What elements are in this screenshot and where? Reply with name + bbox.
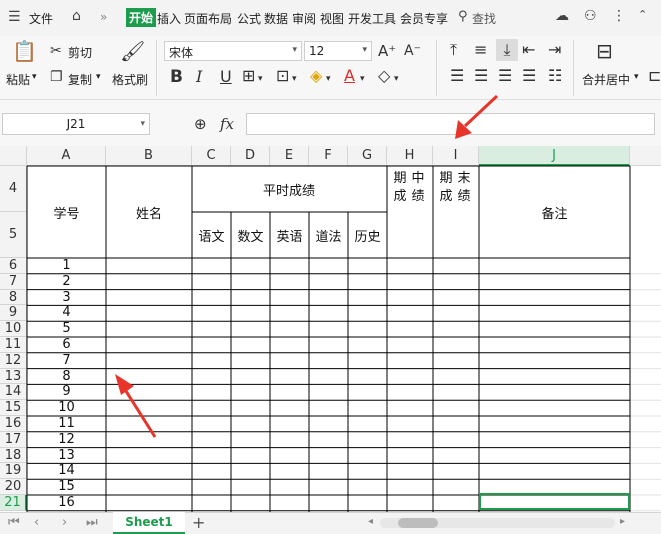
eraser-icon[interactable]: ◇ — [378, 67, 390, 85]
quick-access-icon[interactable]: ⌂ — [72, 8, 81, 24]
ribbon-divider — [156, 40, 157, 96]
align-top-icon[interactable]: ⤒ — [450, 41, 457, 59]
bold-icon[interactable]: B — [170, 68, 183, 86]
more-icon[interactable]: ⋮ — [612, 8, 626, 24]
cloud-icon[interactable]: ☁ — [555, 8, 569, 24]
formula-bar: J21 ▾ ⊕ fx — [0, 100, 661, 146]
spreadsheet-grid[interactable]: ABCDEFGHIJ 4 5 6 7 8 9 10 11 12 13 14 15 16 17 18 19 20 2… — [0, 146, 661, 512]
wrap-text-icon[interactable]: ⊏ — [648, 67, 661, 85]
tab-data[interactable]: 数据 — [264, 10, 288, 27]
distributed-icon[interactable]: ☷ — [548, 67, 562, 85]
tab-review[interactable]: 审阅 — [292, 10, 316, 27]
merge-center-dropdown-icon[interactable]: ▾ — [634, 72, 639, 82]
arrow-to-row-headers — [115, 374, 157, 438]
align-center-icon[interactable]: ☰ — [474, 67, 488, 85]
arrow-head — [115, 374, 134, 395]
tab-formulas[interactable]: 公式 — [237, 10, 261, 27]
prev-sheet-icon[interactable]: ‹ — [34, 515, 39, 530]
format-painter-icon: 🖌 — [120, 39, 146, 63]
scroll-right-icon[interactable]: ▸ — [620, 516, 625, 527]
sheet-tab-sheet1[interactable]: Sheet1 — [113, 512, 185, 534]
align-left-icon[interactable]: ☰ — [450, 67, 464, 85]
collapse-icon[interactable]: ⌃ — [638, 8, 647, 21]
copy-dropdown-icon[interactable]: ▾ — [96, 72, 101, 82]
formula-input[interactable] — [246, 113, 655, 135]
tab-view[interactable]: 视图 — [320, 10, 344, 27]
search-label[interactable]: 查找 — [472, 10, 496, 27]
scissors-icon: ✂ — [50, 43, 62, 59]
next-sheet-icon[interactable]: › — [62, 515, 67, 530]
horizontal-scrollbar[interactable] — [380, 518, 615, 528]
indent-increase-icon[interactable]: ⇥ — [548, 41, 561, 59]
tab-developer[interactable]: 开发工具 — [348, 10, 396, 27]
paste-button[interactable]: 粘贴 — [6, 71, 30, 88]
merge-cells-icon[interactable]: ⊡ — [276, 67, 289, 85]
zoom-icon[interactable]: ⊕ — [194, 115, 207, 133]
eraser-dropdown-icon[interactable]: ▾ — [394, 70, 399, 88]
border-dropdown-icon[interactable]: ▾ — [258, 70, 263, 88]
first-sheet-icon[interactable]: ⏮ — [8, 515, 20, 530]
chevron-down-icon: ▾ — [292, 45, 297, 55]
arrow-shaft — [122, 387, 157, 438]
format-painter-button[interactable]: 格式刷 — [112, 71, 148, 88]
border-icon[interactable]: ⊞ — [242, 67, 255, 85]
ribbon-divider — [573, 40, 574, 96]
menu-icon[interactable]: ☰ — [8, 9, 21, 25]
merge-center-button[interactable]: 合并居中 — [582, 71, 630, 88]
fx-icon[interactable]: fx — [220, 115, 234, 133]
more-tabs-button[interactable]: » — [100, 10, 107, 24]
paste-dropdown-icon[interactable]: ▾ — [32, 72, 37, 82]
file-menu[interactable]: 文件 — [29, 10, 53, 27]
font-name-value: 宋体 — [169, 46, 194, 60]
add-sheet-button[interactable]: + — [192, 513, 205, 532]
ribbon: 📋 粘贴 ▾ ✂ 剪切 ❐ 复制 ▾ 🖌 格式刷 宋体 ▾ 12 ▾ A⁺ A⁻… — [0, 36, 661, 100]
sheet-tab-bar: ⏮ ‹ › ⏭ Sheet1 + ◂ ▸ — [0, 512, 661, 534]
tab-home[interactable]: 开始 — [126, 8, 157, 27]
align-middle-icon[interactable]: ≡ — [474, 41, 487, 59]
decrease-font-icon[interactable]: A⁻ — [404, 42, 421, 60]
font-name-select[interactable]: 宋体 ▾ — [164, 41, 302, 61]
tab-page-layout[interactable]: 页面布局 — [184, 10, 232, 27]
name-box[interactable]: J21 ▾ — [2, 113, 150, 135]
justify-icon[interactable]: ☰ — [522, 67, 536, 85]
menu-bar: ☰ 文件 ⌂ » 开始 插入 页面布局 公式 数据 审阅 视图 开发工具 会员专… — [0, 0, 661, 36]
share-icon[interactable]: ⚇ — [584, 8, 597, 24]
merge-center-icon[interactable]: ⊟ — [596, 41, 613, 61]
align-bottom-icon[interactable]: ⤓ — [496, 39, 518, 61]
increase-font-icon[interactable]: A⁺ — [378, 42, 396, 60]
ribbon-divider — [436, 40, 437, 96]
merge-dropdown-icon[interactable]: ▾ — [292, 70, 297, 88]
chevron-down-icon: ▾ — [140, 119, 145, 129]
font-size-select[interactable]: 12 ▾ — [304, 41, 372, 61]
tab-insert[interactable]: 插入 — [157, 10, 181, 27]
fill-color-icon[interactable]: ◈ — [310, 67, 322, 85]
fill-dropdown-icon[interactable]: ▾ — [326, 70, 331, 88]
last-sheet-icon[interactable]: ⏭ — [86, 515, 98, 530]
chevron-down-icon: ▾ — [362, 45, 367, 55]
align-right-icon[interactable]: ☰ — [498, 67, 512, 85]
cut-button[interactable]: 剪切 — [68, 44, 92, 61]
search-icon[interactable]: ⚲ — [458, 9, 468, 24]
copy-button[interactable]: 复制 — [68, 71, 92, 88]
underline-icon[interactable]: U — [220, 68, 232, 86]
italic-icon[interactable]: I — [196, 68, 202, 86]
annotation-arrows — [115, 374, 157, 438]
copy-icon: ❐ — [50, 69, 63, 85]
font-color-dropdown-icon[interactable]: ▾ — [360, 70, 365, 88]
paste-icon[interactable]: 📋 — [12, 41, 37, 61]
tab-member[interactable]: 会员专享 — [400, 10, 448, 27]
font-size-value: 12 — [309, 44, 325, 58]
font-color-icon[interactable]: A — [344, 67, 355, 85]
scroll-left-icon[interactable]: ◂ — [368, 516, 373, 527]
name-box-value: J21 — [66, 117, 86, 131]
scrollbar-thumb[interactable] — [398, 518, 438, 528]
indent-decrease-icon[interactable]: ⇤ — [522, 41, 535, 59]
